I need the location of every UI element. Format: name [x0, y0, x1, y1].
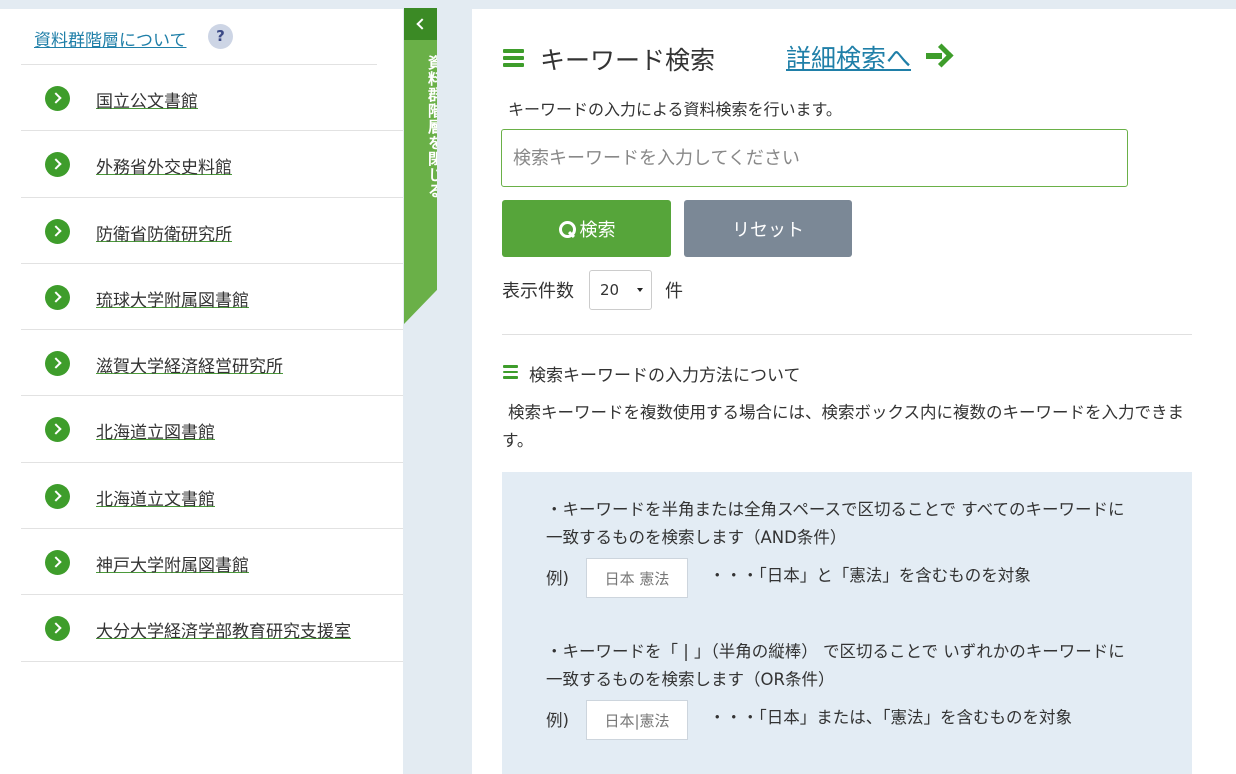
result-count-value: 20 — [600, 281, 620, 299]
arrow-right-icon[interactable] — [926, 45, 950, 67]
repository-list: 国立公文書館 外務省外交史料館 防衛省防衛研究所 琉球大学附属図書館 滋賀大学経… — [21, 65, 403, 662]
result-count-select[interactable]: 20 — [589, 270, 652, 310]
sidebar-header: 資料群階層について ? — [21, 9, 377, 65]
and-rule-text: ・キーワードを半角または全角スペースで区切ることで すべてのキーワードに一致する… — [546, 500, 1125, 547]
repository-item[interactable]: 国立公文書館 — [21, 65, 403, 132]
repository-item[interactable]: 滋賀大学経済経営研究所 — [21, 330, 403, 397]
chevron-right-icon[interactable] — [45, 550, 70, 576]
repository-link[interactable]: 北海道立図書館 — [96, 418, 215, 443]
result-count-label: 表示件数 — [502, 281, 574, 302]
example-description-or: ・・・「日本」または、「憲法」を含むものを対象 — [709, 708, 1072, 727]
chevron-right-icon[interactable] — [45, 284, 70, 310]
repository-item[interactable]: 北海道立文書館 — [21, 463, 403, 530]
repository-link[interactable]: 北海道立文書館 — [96, 485, 215, 510]
chevron-right-icon[interactable] — [45, 86, 70, 111]
detail-search-link[interactable]: 詳細検索へ — [786, 39, 911, 75]
chevron-right-icon[interactable] — [45, 152, 70, 178]
example-chip-or: 日本|憲法 — [586, 700, 688, 740]
search-button-label: 検索 — [579, 219, 616, 241]
search-icon — [558, 220, 576, 238]
help-icon[interactable]: ? — [208, 24, 233, 49]
example-description-and: ・・・「日本」と「憲法」を含むものを対象 — [709, 566, 1031, 585]
repository-item[interactable]: 大分大学経済学部教育研究支援室 — [21, 595, 403, 662]
repository-link[interactable]: 大分大学経済学部教育研究支援室 — [96, 617, 351, 642]
example-label: 例) — [546, 711, 569, 730]
example-chip-and: 日本 憲法 — [586, 558, 688, 598]
repository-item[interactable]: 琉球大学附属図書館 — [21, 264, 403, 331]
list-icon — [503, 49, 524, 67]
sidebar-toggle-body[interactable]: 資料群階層を閉じる — [404, 40, 437, 324]
help-section-title: 検索キーワードの入力方法について — [529, 366, 801, 386]
repository-link[interactable]: 国立公文書館 — [96, 87, 198, 112]
search-input[interactable] — [501, 129, 1128, 187]
chevron-right-icon[interactable] — [45, 417, 70, 443]
or-rule-text: ・キーワードを「 | 」（半角の縦棒） で区切ることで いずれかのキーワードに一… — [546, 642, 1125, 689]
repository-link[interactable]: 神戸大学附属図書館 — [96, 551, 249, 576]
chevron-left-icon[interactable] — [404, 8, 437, 40]
repository-link[interactable]: 滋賀大学経済経営研究所 — [96, 352, 283, 377]
list-icon — [503, 365, 518, 379]
repository-link[interactable]: 外務省外交史料館 — [96, 153, 232, 178]
chevron-right-icon[interactable] — [45, 616, 70, 642]
reset-button[interactable]: リセット — [684, 200, 852, 257]
sidebar-toggle-tab[interactable]: 資料群階層を閉じる — [404, 8, 437, 324]
repository-item[interactable]: 防衛省防衛研究所 — [21, 198, 403, 264]
sidebar-title-link[interactable]: 資料群階層について — [34, 26, 187, 51]
sidebar-toggle-label: 資料群階層を閉じる — [426, 55, 444, 199]
search-syntax-help-box: ・キーワードを半角または全角スペースで区切ることで すべてのキーワードに一致する… — [502, 472, 1192, 774]
example-label: 例) — [546, 569, 569, 588]
repository-item[interactable]: 北海道立図書館 — [21, 396, 403, 463]
repository-item[interactable]: 外務省外交史料館 — [21, 131, 403, 198]
page-title: キーワード検索 — [540, 46, 716, 75]
chevron-right-icon[interactable] — [45, 483, 70, 509]
result-count-unit: 件 — [665, 281, 683, 302]
sidebar: 資料群階層について ? 国立公文書館 外務省外交史料館 防衛省防衛研究所 琉球大… — [0, 9, 403, 774]
repository-link[interactable]: 防衛省防衛研究所 — [96, 220, 232, 245]
repository-item[interactable]: 神戸大学附属図書館 — [21, 529, 403, 596]
chevron-right-icon[interactable] — [45, 351, 70, 377]
repository-link[interactable]: 琉球大学附属図書館 — [96, 286, 249, 311]
search-button[interactable]: 検索 — [502, 200, 671, 257]
divider — [502, 334, 1192, 335]
chevron-right-icon[interactable] — [45, 218, 70, 244]
help-section-description: 検索キーワードを複数使用する場合には、検索ボックス内に複数のキーワードを入力でき… — [502, 403, 1185, 450]
search-description: キーワードの入力による資料検索を行います。 — [508, 100, 842, 119]
keyword-search-panel: キーワード検索 詳細検索へ キーワードの入力による資料検索を行います。 検索 リ… — [472, 9, 1236, 774]
